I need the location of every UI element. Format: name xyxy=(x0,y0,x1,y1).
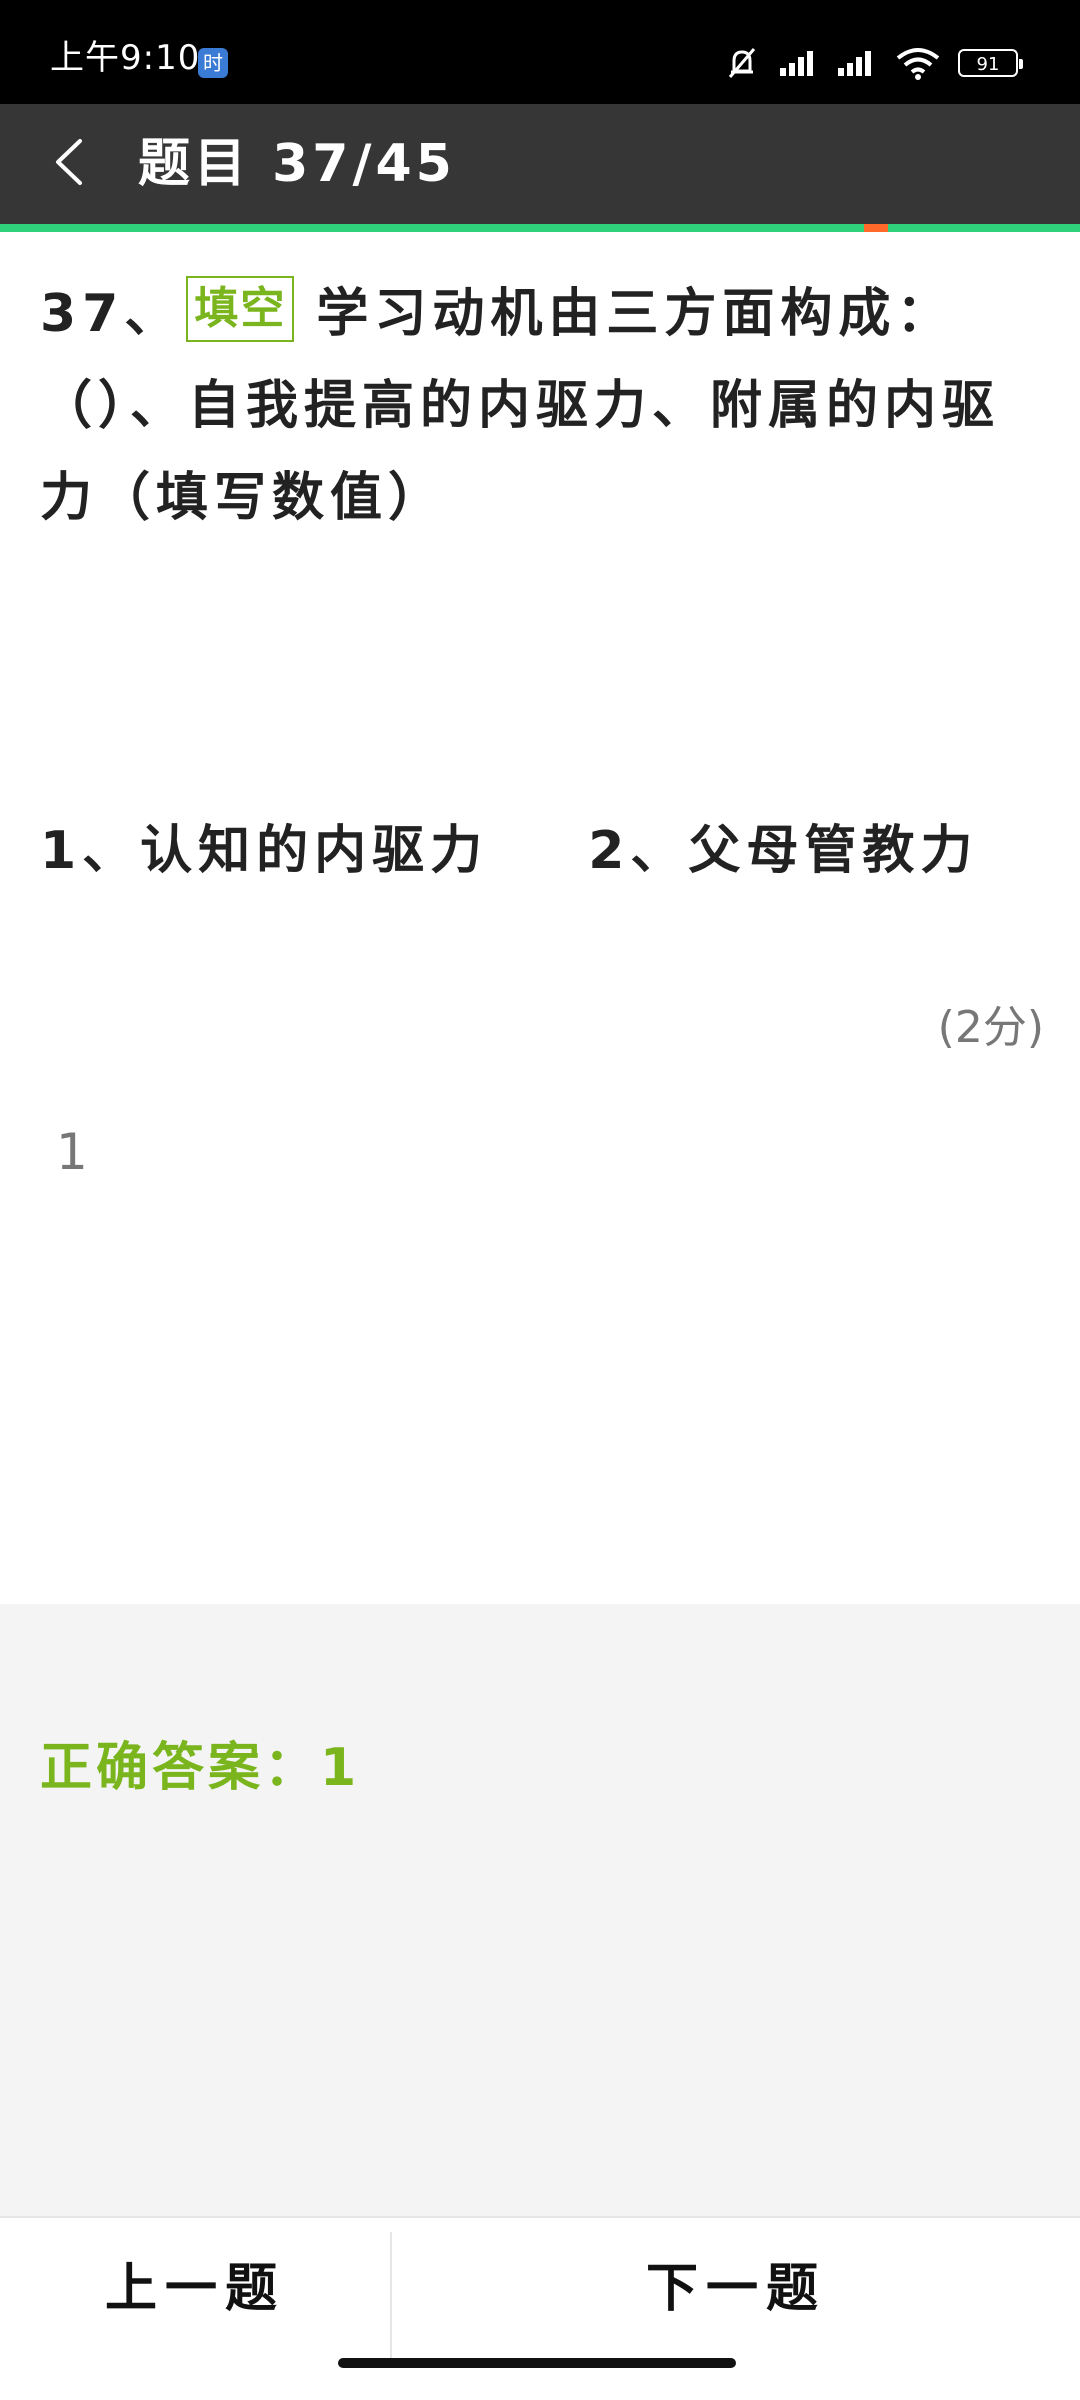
app-header: 题目 37/45 xyxy=(0,104,1080,224)
status-bar: 上午9:10 时 91 xyxy=(0,0,1080,104)
question-text: 学习动机由三方面构成：（）、自我提高的内驱力、附属的内驱力（填写数值） xyxy=(40,284,1001,528)
signal-2-icon xyxy=(838,48,878,78)
score-label: (2分) xyxy=(937,1002,1044,1053)
answer-panel: 正确答案：1 xyxy=(0,1604,1080,2216)
battery-icon: 91 xyxy=(958,49,1023,77)
status-icons: 91 xyxy=(722,38,1023,88)
chevron-left-icon xyxy=(50,137,90,191)
question-number: 37、 xyxy=(40,284,183,344)
page-title: 题目 37/45 xyxy=(138,134,456,194)
option-item: 1、认知的内驱力 xyxy=(40,821,489,881)
question-options: 1、认知的内驱力 2、父母管教力 xyxy=(40,806,1040,896)
question-type-tag: 填空 xyxy=(186,276,295,342)
mute-bell-icon xyxy=(722,43,762,83)
prev-question-button[interactable]: 上一题 xyxy=(0,2218,390,2348)
status-app-badge: 时 xyxy=(198,48,228,78)
next-question-button[interactable]: 下一题 xyxy=(392,2218,1080,2348)
progress-marker xyxy=(864,224,888,232)
option-item: 2、父母管教力 xyxy=(588,821,979,881)
answer-input[interactable] xyxy=(56,1112,556,1192)
signal-1-icon xyxy=(780,48,820,78)
correct-answer: 正确答案：1 xyxy=(40,1738,361,1798)
question-area: 37、 填空 学习动机由三方面构成：（）、自我提高的内驱力、附属的内驱力（填写数值）… xyxy=(0,232,1080,1604)
status-time: 上午9:10 xyxy=(50,38,201,78)
question-stem: 37、 填空 学习动机由三方面构成：（）、自我提高的内驱力、附属的内驱力（填写数值） xyxy=(40,268,1040,544)
home-indicator xyxy=(338,2358,736,2368)
back-button[interactable] xyxy=(30,124,110,204)
bottom-nav: 上一题 下一题 xyxy=(0,2216,1080,2400)
progress-bar xyxy=(0,224,1080,232)
wifi-icon xyxy=(896,46,940,80)
